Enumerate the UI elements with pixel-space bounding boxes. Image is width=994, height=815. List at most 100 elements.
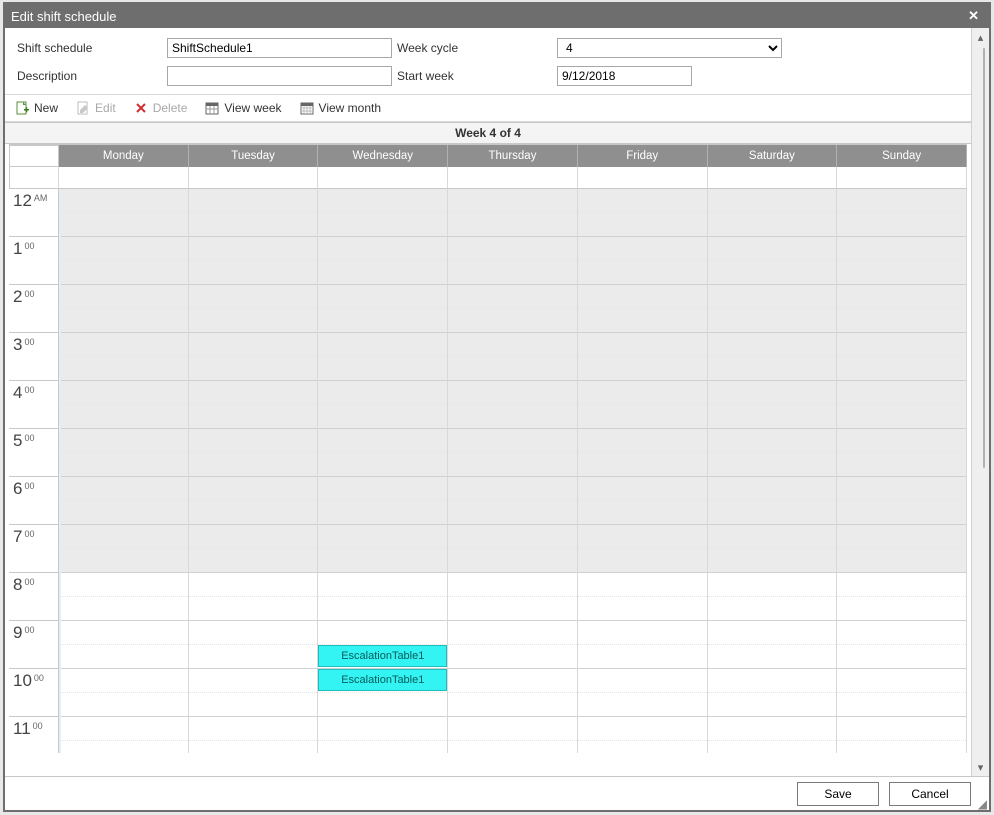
time-slot[interactable] <box>448 477 577 501</box>
time-slot[interactable] <box>448 357 577 381</box>
time-slot[interactable] <box>61 381 188 405</box>
time-slot[interactable] <box>318 261 447 285</box>
view-week-button[interactable]: View week <box>205 101 281 115</box>
time-slot[interactable] <box>837 477 966 501</box>
time-slot[interactable] <box>708 477 837 501</box>
time-slot[interactable] <box>578 501 707 525</box>
scroll-thumb[interactable] <box>983 48 985 468</box>
time-slot[interactable] <box>837 429 966 453</box>
time-slot[interactable] <box>578 429 707 453</box>
allday-cell[interactable] <box>578 167 708 189</box>
vertical-scrollbar[interactable]: ▴ ▾ <box>971 28 989 776</box>
time-slot[interactable] <box>708 381 837 405</box>
scroll-up-icon[interactable]: ▴ <box>972 28 990 46</box>
time-slot[interactable] <box>708 501 837 525</box>
time-slot[interactable] <box>318 285 447 309</box>
allday-cell[interactable] <box>837 167 967 189</box>
time-slot[interactable] <box>448 573 577 597</box>
time-slot[interactable] <box>318 357 447 381</box>
time-slot[interactable] <box>318 453 447 477</box>
time-slot[interactable] <box>708 261 837 285</box>
time-slot[interactable] <box>578 525 707 549</box>
time-slot[interactable] <box>61 693 188 717</box>
time-slot[interactable] <box>708 621 837 645</box>
time-slot[interactable] <box>189 717 318 741</box>
time-slot[interactable] <box>61 525 188 549</box>
new-button[interactable]: New <box>15 101 58 115</box>
time-slot[interactable] <box>578 549 707 573</box>
time-slot[interactable] <box>189 693 318 717</box>
time-slot[interactable] <box>448 429 577 453</box>
save-button[interactable]: Save <box>797 782 879 806</box>
appointment[interactable]: EscalationTable1 <box>318 645 447 667</box>
time-slot[interactable] <box>189 645 318 669</box>
time-slot[interactable] <box>318 405 447 429</box>
scroll-down-icon[interactable]: ▾ <box>972 758 990 776</box>
shift-schedule-input[interactable] <box>167 38 392 58</box>
time-slot[interactable] <box>578 741 707 753</box>
time-slot[interactable] <box>837 621 966 645</box>
time-slot[interactable] <box>189 261 318 285</box>
allday-cell[interactable] <box>318 167 448 189</box>
time-slot[interactable] <box>708 597 837 621</box>
close-icon[interactable]: ✕ <box>964 8 983 24</box>
day-column[interactable] <box>578 189 708 753</box>
time-slot[interactable] <box>708 189 837 213</box>
time-slot[interactable] <box>837 525 966 549</box>
time-slot[interactable] <box>318 741 447 753</box>
time-slot[interactable] <box>318 717 447 741</box>
time-slot[interactable] <box>578 357 707 381</box>
time-slot[interactable] <box>708 645 837 669</box>
time-slot[interactable] <box>189 501 318 525</box>
time-slot[interactable] <box>189 573 318 597</box>
time-slot[interactable] <box>708 357 837 381</box>
time-slot[interactable] <box>318 549 447 573</box>
time-slot[interactable] <box>708 525 837 549</box>
time-slot[interactable] <box>61 501 188 525</box>
time-slot[interactable] <box>189 621 318 645</box>
time-slot[interactable] <box>189 213 318 237</box>
time-slot[interactable] <box>61 741 188 753</box>
time-slot[interactable] <box>837 285 966 309</box>
time-slot[interactable] <box>189 333 318 357</box>
time-slot[interactable] <box>318 693 447 717</box>
time-slot[interactable] <box>578 645 707 669</box>
time-slot[interactable] <box>318 189 447 213</box>
time-slot[interactable] <box>448 333 577 357</box>
time-slot[interactable] <box>448 741 577 753</box>
time-slot[interactable] <box>189 669 318 693</box>
time-slot[interactable] <box>61 453 188 477</box>
time-slot[interactable] <box>189 549 318 573</box>
time-slot[interactable] <box>448 597 577 621</box>
time-slot[interactable] <box>318 597 447 621</box>
time-slot[interactable] <box>578 717 707 741</box>
time-slot[interactable] <box>318 501 447 525</box>
time-slot[interactable] <box>837 501 966 525</box>
time-slot[interactable] <box>189 237 318 261</box>
time-slot[interactable] <box>837 213 966 237</box>
time-slot[interactable] <box>708 693 837 717</box>
time-slot[interactable] <box>61 261 188 285</box>
time-slot[interactable] <box>189 477 318 501</box>
time-slot[interactable] <box>578 669 707 693</box>
time-slot[interactable] <box>578 309 707 333</box>
time-slot[interactable] <box>578 261 707 285</box>
resize-grip-icon[interactable]: ◢ <box>975 796 987 808</box>
time-slot[interactable] <box>708 213 837 237</box>
time-slot[interactable] <box>837 549 966 573</box>
cancel-button[interactable]: Cancel <box>889 782 971 806</box>
time-slot[interactable] <box>578 573 707 597</box>
allday-cell[interactable] <box>59 167 189 189</box>
time-slot[interactable] <box>837 693 966 717</box>
time-slot[interactable] <box>61 213 188 237</box>
time-slot[interactable] <box>708 429 837 453</box>
time-slot[interactable] <box>189 741 318 753</box>
time-slot[interactable] <box>837 573 966 597</box>
time-slot[interactable] <box>448 453 577 477</box>
time-slot[interactable] <box>448 549 577 573</box>
time-slot[interactable] <box>448 405 577 429</box>
time-slot[interactable] <box>189 381 318 405</box>
time-slot[interactable] <box>61 309 188 333</box>
time-slot[interactable] <box>448 189 577 213</box>
time-slot[interactable] <box>61 717 188 741</box>
